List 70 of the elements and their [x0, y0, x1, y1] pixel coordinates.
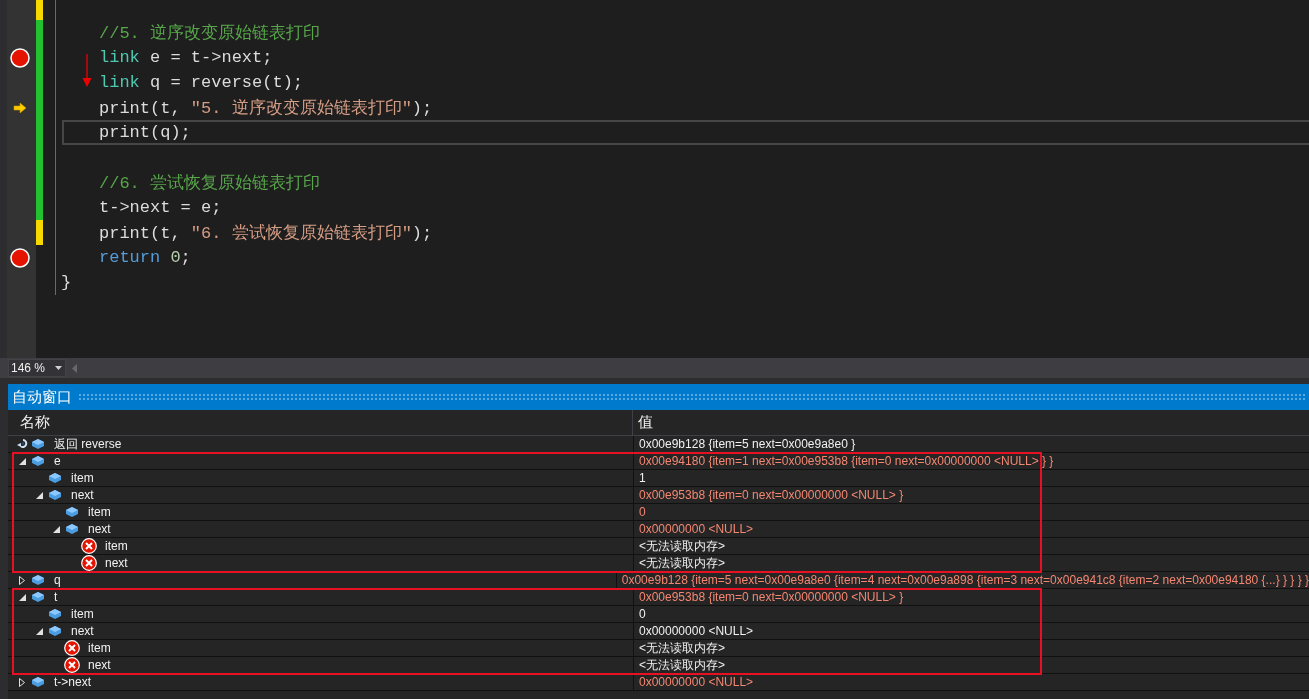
field-icon — [49, 609, 61, 619]
variable-value: <无法读取内存> — [638, 538, 725, 554]
variable-name: next — [88, 658, 111, 672]
code-line: link q = reverse(t); — [98, 73, 304, 92]
variable-value: 0x00e9b128 {item=5 next=0x00e9a8e0 } — [638, 436, 856, 452]
variable-value: 0 — [638, 504, 646, 520]
variable-name: next — [105, 556, 128, 570]
variable-value: 0 — [638, 606, 646, 622]
variable-value: <无法读取内存> — [638, 657, 725, 673]
code-line: print(t, "6. 尝试恢复原始链表打印"); — [98, 223, 433, 244]
code-comment: //6. 尝试恢复原始链表打印 — [98, 173, 320, 194]
field-icon — [49, 473, 61, 483]
collapse-icon[interactable] — [52, 525, 60, 533]
variable-value: 0x00e94180 {item=1 next=0x00e953b8 {item=0 next=0x00000000 <NULL> } } — [638, 453, 1054, 469]
variable-name: item — [105, 539, 128, 553]
breakpoint-icon[interactable] — [9, 247, 30, 268]
variable-name: t — [54, 590, 58, 604]
collapse-icon[interactable] — [35, 627, 43, 635]
field-icon — [66, 507, 78, 517]
variable-name: next — [71, 488, 94, 502]
variable-value: 0x00e953b8 {item=0 next=0x00000000 <NULL> } — [638, 589, 904, 605]
error-icon — [81, 538, 97, 554]
variable-value: <无法读取内存> — [638, 640, 725, 656]
error-icon — [81, 555, 97, 571]
collapse-icon[interactable] — [18, 593, 26, 601]
code-line: print(t, "5. 逆序改变原始链表打印"); — [98, 97, 433, 119]
column-header[interactable]: 名称 — [20, 413, 50, 432]
variable-value: 0x00e9b128 {item=5 next=0x00e9a8e0 {item=4 next=0x00e9a898 {item=3 next=0x00e941c8 {item=2 next=0x00e94180 {...} } } } } — [620, 572, 1309, 588]
field-icon — [49, 626, 61, 636]
variable-value: 0x00000000 <NULL> — [638, 674, 754, 690]
variable-value: <无法读取内存> — [638, 555, 725, 571]
code-line: print(q); — [98, 123, 191, 142]
collapse-icon[interactable] — [18, 457, 26, 465]
variable-name: e — [54, 454, 61, 468]
variable-value: 0x00e953b8 {item=0 next=0x00000000 <NULL> } — [638, 487, 904, 503]
field-icon — [49, 490, 61, 500]
code-line: link e = t->next; — [98, 48, 273, 67]
variable-name: item — [71, 607, 94, 621]
return-icon — [16, 438, 28, 450]
variable-value: 0x00000000 <NULL> — [638, 623, 754, 639]
code-line: t->next = e; — [98, 198, 222, 217]
caret-icon — [55, 366, 62, 370]
error-icon — [64, 640, 80, 656]
variable-name: t->next — [54, 675, 92, 689]
breakpoint-icon[interactable] — [9, 47, 30, 68]
variable-name: next — [88, 522, 111, 536]
variable-value: 0x00000000 <NULL> — [638, 521, 754, 537]
field-icon — [32, 592, 44, 602]
panel-title: 自动窗口 — [11, 387, 73, 407]
field-icon — [32, 677, 44, 687]
collapse-icon[interactable] — [35, 491, 43, 499]
variable-name: item — [88, 641, 111, 655]
code-line: return 0; — [98, 248, 191, 267]
expand-icon[interactable] — [19, 575, 25, 585]
code-comment: //5. 逆序改变原始链表打印 — [98, 22, 320, 44]
variable-name: item — [71, 471, 94, 485]
variable-name: next — [71, 624, 94, 638]
error-icon — [64, 657, 80, 673]
variable-name: item — [88, 505, 111, 519]
field-icon — [32, 439, 44, 449]
code-line: } — [61, 273, 72, 292]
field-icon — [32, 456, 44, 466]
field-icon — [32, 575, 44, 585]
field-icon — [66, 524, 78, 534]
variable-name: q — [54, 573, 61, 587]
variable-name: 返回 reverse — [54, 435, 122, 453]
variable-value: 1 — [638, 470, 646, 486]
column-header[interactable]: 值 — [638, 413, 653, 432]
expand-icon[interactable] — [19, 677, 25, 687]
zoom-dropdown[interactable]: 146 % — [8, 359, 66, 377]
